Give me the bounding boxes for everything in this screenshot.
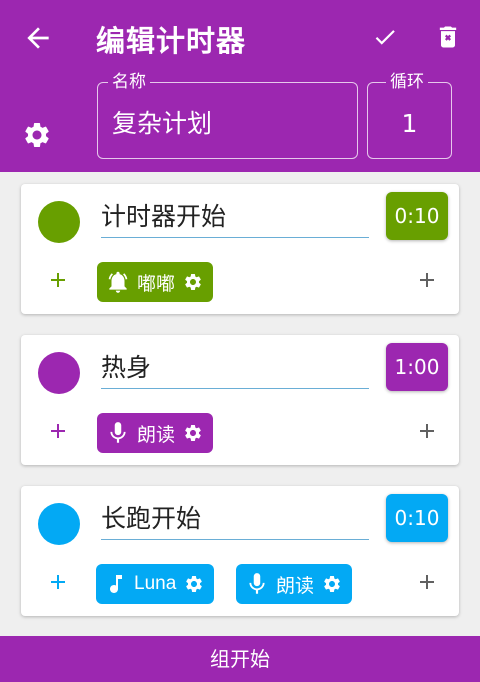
step-duration-button[interactable]: 0:10 — [386, 494, 448, 542]
name-field-value[interactable]: 复杂计划 — [112, 109, 212, 139]
chip-label: 朗读 — [276, 574, 315, 597]
page-title: 编辑计时器 — [96, 24, 247, 58]
step-card: 计时器开始 0:10 嘟嘟 — [21, 184, 459, 314]
step-duration-button[interactable]: 1:00 — [386, 343, 448, 391]
step-name-input[interactable]: 长跑开始 — [101, 502, 369, 540]
add-after-plus-icon[interactable] — [415, 419, 439, 443]
app-bar: 编辑计时器 名称 复杂计划 循环 1 — [0, 0, 480, 172]
microphone-icon — [249, 573, 265, 594]
loop-field-value[interactable]: 1 — [368, 109, 451, 139]
name-field-label: 名称 — [108, 71, 150, 93]
loop-field-label: 循环 — [386, 71, 428, 93]
step-card: 长跑开始 0:10 Luna 朗读 — [21, 486, 459, 616]
name-field[interactable]: 名称 复杂计划 — [97, 71, 358, 159]
back-arrow-icon[interactable] — [22, 22, 54, 54]
step-duration-button[interactable]: 0:10 — [386, 192, 448, 240]
sound-chip[interactable]: 朗读 — [97, 413, 214, 453]
step-color-dot[interactable] — [38, 352, 80, 394]
bell-ring-icon — [108, 271, 128, 293]
sound-chip[interactable]: 朗读 — [236, 564, 353, 604]
chip-label: 嘟嘟 — [137, 272, 176, 295]
sound-chip[interactable]: 嘟嘟 — [97, 262, 214, 302]
chip-settings-gear-icon[interactable] — [184, 574, 204, 594]
settings-gear-icon[interactable] — [22, 120, 52, 150]
step-name-input[interactable]: 热身 — [101, 351, 369, 389]
chip-settings-gear-icon[interactable] — [183, 272, 203, 292]
microphone-icon — [110, 422, 126, 443]
chip-settings-gear-icon[interactable] — [183, 423, 203, 443]
add-after-plus-icon[interactable] — [415, 570, 439, 594]
step-card: 热身 1:00 朗读 — [21, 335, 459, 465]
check-icon[interactable] — [372, 24, 398, 50]
loop-field[interactable]: 循环 1 — [367, 71, 452, 159]
add-before-plus-icon[interactable] — [46, 570, 70, 594]
step-color-dot[interactable] — [38, 201, 80, 243]
sound-chip[interactable]: Luna — [96, 564, 215, 604]
add-after-plus-icon[interactable] — [415, 268, 439, 292]
step-name-input[interactable]: 计时器开始 — [101, 200, 369, 238]
chip-settings-gear-icon[interactable] — [322, 574, 342, 594]
delete-icon[interactable] — [434, 22, 462, 52]
add-before-plus-icon[interactable] — [46, 268, 70, 292]
music-note-icon — [110, 575, 122, 593]
chip-label: Luna — [134, 573, 177, 594]
add-before-plus-icon[interactable] — [46, 419, 70, 443]
step-color-dot[interactable] — [38, 503, 80, 545]
chip-label: 朗读 — [137, 423, 176, 446]
start-group-button[interactable]: 组开始 — [0, 636, 480, 682]
